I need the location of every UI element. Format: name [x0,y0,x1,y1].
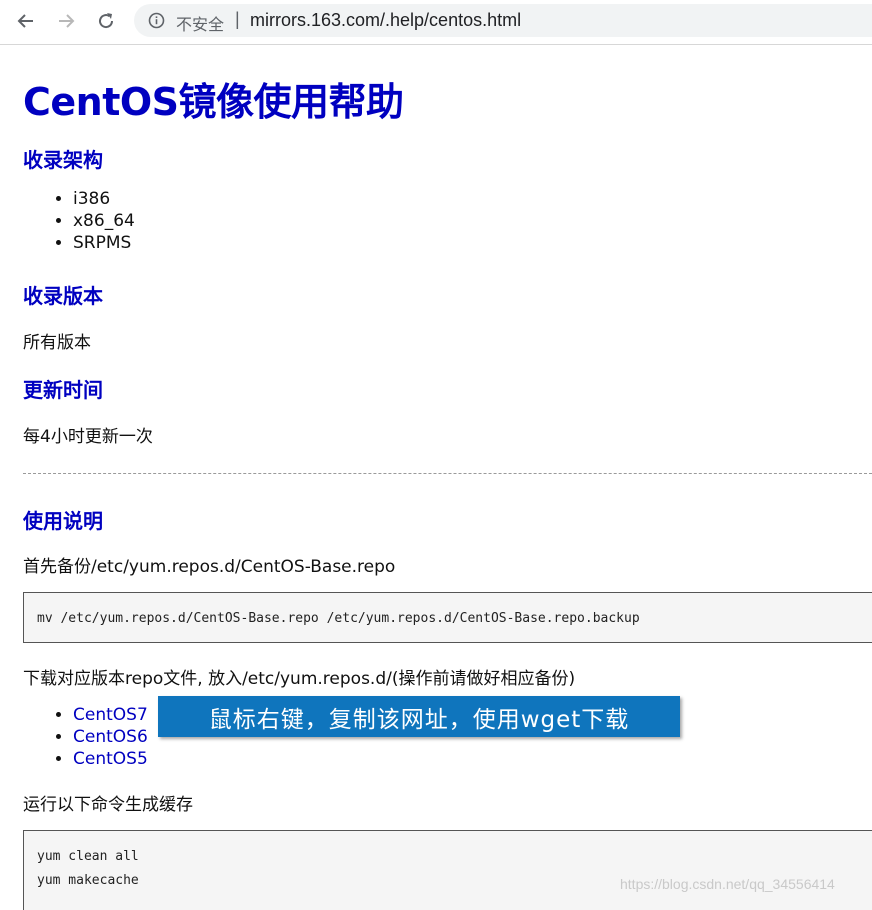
list-item: CentOS7 [73,704,148,726]
reload-button[interactable] [92,8,120,34]
arch-list: i386 x86_64 SRPMS [23,188,135,254]
list-item: i386 [73,188,135,210]
list-item: SRPMS [73,232,135,254]
cache-text: 运行以下命令生成缓存 [23,795,193,815]
back-arrow-icon [17,14,33,28]
version-heading: 收录版本 [23,284,103,308]
reload-icon [99,13,114,29]
url-separator: | [235,9,240,29]
section-divider [23,473,872,474]
watermark: https://blog.csdn.net/qq_34556414 [620,876,835,892]
annotation-callout: 鼠标右键，复制该网址，使用wget下载 [158,696,680,737]
repo-link-list: CentOS7 CentOS6 CentOS5 [23,704,148,770]
list-item: CentOS6 [73,726,148,748]
backup-text: 首先备份/etc/yum.repos.d/CentOS-Base.repo [23,557,396,577]
version-text: 所有版本 [23,333,91,353]
cache-command: yum clean all [37,849,139,864]
backup-code-block: mv /etc/yum.repos.d/CentOS-Base.repo /et… [23,592,872,643]
cache-command: yum makecache [37,873,139,888]
centos6-link[interactable]: CentOS6 [73,727,148,747]
arch-heading: 收录架构 [23,148,103,172]
cache-code-block: yum clean all yum makecache [23,830,872,910]
list-item: CentOS5 [73,748,148,770]
centos5-link[interactable]: CentOS5 [73,749,148,769]
forward-arrow-icon [59,14,75,28]
download-text: 下载对应版本repo文件, 放入/etc/yum.repos.d/(操作前请做好… [23,669,576,689]
backup-command: mv /etc/yum.repos.d/CentOS-Base.repo /et… [37,611,640,626]
update-text: 每4小时更新一次 [23,427,153,447]
address-bar[interactable]: 不安全 | mirrors.163.com/.help/centos.html [134,4,872,37]
browser-toolbar: 不安全 | mirrors.163.com/.help/centos.html [0,0,872,45]
list-item: x86_64 [73,210,135,232]
forward-button[interactable] [52,8,80,34]
url-text[interactable]: mirrors.163.com/.help/centos.html [250,10,521,31]
centos7-link[interactable]: CentOS7 [73,705,148,725]
page-title: CentOS镜像使用帮助 [23,80,404,124]
security-status: 不安全 [176,17,225,34]
back-button[interactable] [12,8,40,34]
usage-heading: 使用说明 [23,509,103,533]
update-heading: 更新时间 [23,378,103,402]
info-icon[interactable] [148,12,165,29]
